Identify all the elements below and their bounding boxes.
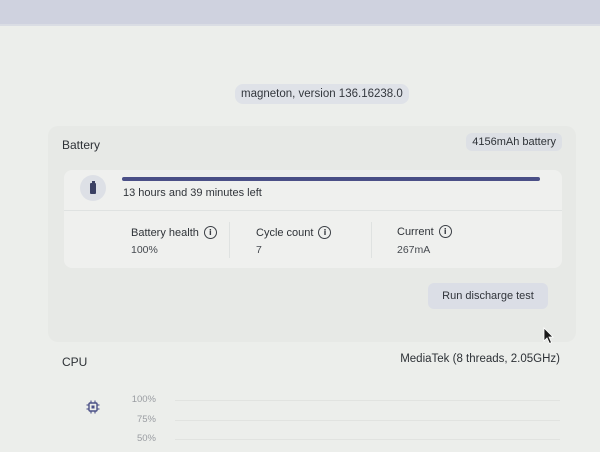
cpu-axis-label: 100% [131, 394, 156, 405]
battery-charge-fill [122, 177, 540, 181]
version-chip: magneton, version 136.16238.0 [235, 84, 409, 104]
cpu-axis-label: 50% [136, 433, 156, 444]
battery-time-left: 13 hours and 39 minutes left [123, 187, 262, 199]
current-value: 267mA [397, 244, 431, 256]
cpu-gridline [175, 420, 560, 421]
battery-health-label-text: Battery health [131, 226, 199, 239]
divider [371, 222, 372, 258]
cpu-axis-label: 75% [136, 414, 156, 425]
cpu-info: MediaTek (8 threads, 2.05GHz) [400, 353, 560, 365]
battery-health-label: Battery health i [131, 226, 217, 239]
cpu-chip-icon [86, 400, 100, 414]
current-label-text: Current [397, 225, 434, 238]
cycle-count-value: 7 [256, 244, 262, 256]
mouse-cursor-icon [543, 327, 554, 345]
cycle-count-label-text: Cycle count [256, 226, 314, 239]
info-icon[interactable]: i [318, 226, 332, 239]
battery-icon [80, 175, 106, 201]
battery-capacity-badge: 4156mAh battery [466, 133, 562, 151]
cpu-gridline [175, 400, 560, 401]
battery-charge-bar [122, 177, 540, 181]
battery-health-value: 100% [131, 244, 158, 256]
current-label: Current i [397, 225, 452, 238]
cpu-gridline [175, 439, 560, 440]
top-bar [0, 0, 600, 24]
cpu-title: CPU [62, 355, 88, 369]
info-icon[interactable]: i [438, 225, 452, 238]
cycle-count-label: Cycle count i [256, 226, 332, 239]
divider [229, 222, 230, 258]
run-discharge-test-button[interactable]: Run discharge test [428, 283, 548, 309]
battery-title: Battery [62, 138, 101, 152]
divider [64, 210, 562, 211]
top-bar-edge [0, 24, 600, 26]
info-icon[interactable]: i [203, 226, 217, 239]
